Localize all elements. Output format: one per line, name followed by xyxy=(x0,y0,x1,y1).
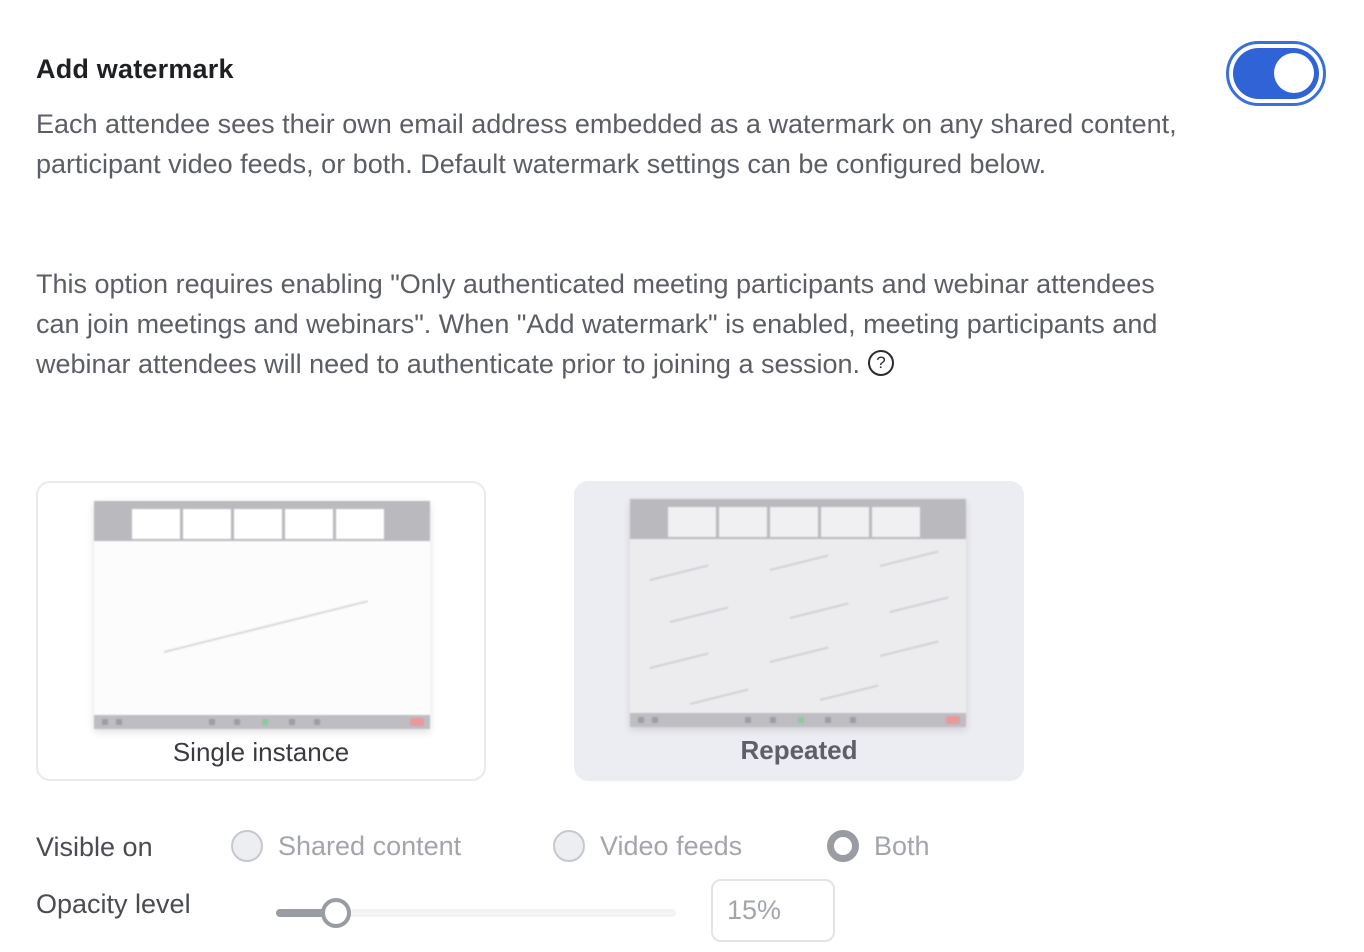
visible-on-label: Visible on xyxy=(36,832,153,862)
add-watermark-toggle[interactable] xyxy=(1226,41,1326,106)
setting-requirement-note: This option requires enabling "Only auth… xyxy=(36,264,1196,384)
radio-both[interactable]: Both xyxy=(827,830,930,862)
single-instance-label: Single instance xyxy=(172,737,350,767)
radio-circle xyxy=(553,830,585,862)
radio-label: Video feeds xyxy=(600,830,743,861)
opacity-input[interactable] xyxy=(711,879,835,942)
question-circle-icon[interactable]: ? xyxy=(868,349,895,376)
toggle-track xyxy=(1233,48,1319,99)
radio-label: Both xyxy=(874,830,930,861)
radio-circle xyxy=(231,830,263,862)
radio-shared-content[interactable]: Shared content xyxy=(231,830,461,862)
repeated-preview-image xyxy=(630,499,966,727)
requirement-note-text: This option requires enabling "Only auth… xyxy=(36,269,1158,379)
radio-video-feeds[interactable]: Video feeds xyxy=(553,830,742,862)
radio-label: Shared content xyxy=(278,830,462,861)
setting-title: Add watermark xyxy=(36,54,234,84)
opacity-slider[interactable] xyxy=(276,898,676,928)
single-instance-preview-image xyxy=(94,501,430,729)
toggle-knob xyxy=(1274,53,1314,93)
repeated-label: Repeated xyxy=(740,735,858,765)
watermark-style-repeated[interactable]: Repeated xyxy=(574,481,1024,781)
watermark-style-single-instance[interactable]: Single instance xyxy=(36,481,486,781)
opacity-level-label: Opacity level xyxy=(36,889,191,919)
opacity-slider-thumb[interactable] xyxy=(321,898,351,928)
radio-circle-selected xyxy=(827,830,859,862)
setting-description: Each attendee sees their own email addre… xyxy=(36,109,1177,179)
